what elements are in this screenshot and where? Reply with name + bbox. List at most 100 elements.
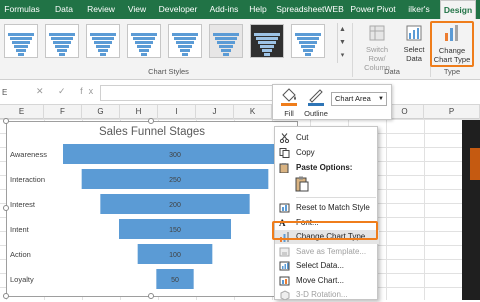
tab-spreadsheetweb[interactable]: SpreadsheetWEB xyxy=(276,0,344,19)
side-panel-accent xyxy=(470,148,480,180)
switch-row-column-button[interactable]: Switch Row/ Column xyxy=(357,25,397,72)
data-label[interactable]: 300 xyxy=(169,152,181,159)
funnel-plot-area[interactable]: 300 Awareness 250 Interaction 200 Interest 150… xyxy=(7,122,299,298)
column-header[interactable]: E xyxy=(0,105,44,119)
resize-handle[interactable] xyxy=(148,293,154,299)
chevron-down-icon: ▼ xyxy=(378,96,384,102)
menu-item-copy[interactable]: Copy xyxy=(275,146,379,160)
menu-separator xyxy=(296,197,376,198)
chart-style-thumbnail[interactable] xyxy=(250,24,284,58)
category-label[interactable]: Interaction xyxy=(10,175,45,184)
resize-handle[interactable] xyxy=(148,118,154,124)
tab-review[interactable]: Review xyxy=(84,0,118,19)
name-box[interactable]: E xyxy=(2,86,22,100)
column-header[interactable]: P xyxy=(424,105,480,119)
context-menu: Cut Copy Paste Options: Reset to Match S… xyxy=(274,126,379,300)
chart-style-thumbnail[interactable] xyxy=(168,24,202,58)
menu-item-save-as-template[interactable]: Save as Template... xyxy=(275,245,379,259)
fill-label: Fill xyxy=(284,109,294,118)
chart-element-dropdown[interactable]: Chart Area ▼ xyxy=(331,92,387,106)
menu-label: Copy xyxy=(296,148,315,157)
change-chart-type-ribbon-highlight xyxy=(430,21,474,67)
tab-help[interactable]: Help xyxy=(247,0,269,19)
category-label[interactable]: Interest xyxy=(10,200,36,209)
data-label[interactable]: 150 xyxy=(169,227,181,234)
funnel-chart[interactable]: Sales Funnel Stages 300 Awareness 250 Inter… xyxy=(6,121,298,297)
scroll-up-icon[interactable]: ▲ xyxy=(338,23,347,36)
thumbnail-bar xyxy=(100,53,106,56)
thumbnail-bar xyxy=(92,37,114,40)
gallery-scroll[interactable]: ▲ ▼ ▾ xyxy=(337,23,347,63)
thumbnail-bar xyxy=(213,33,239,36)
menu-item-cut[interactable]: Cut xyxy=(275,131,379,145)
thumbnail-bar xyxy=(59,53,65,56)
thumbnail-bar xyxy=(219,45,233,48)
menu-label: Select Data... xyxy=(296,261,345,270)
data-label[interactable]: 100 xyxy=(169,252,181,259)
column-header[interactable]: J xyxy=(196,105,234,119)
tab-developer[interactable]: Developer xyxy=(156,0,200,19)
column-header[interactable]: F xyxy=(44,105,82,119)
change-chart-type-menu-highlight xyxy=(272,221,378,240)
category-label[interactable]: Awareness xyxy=(10,150,47,159)
scissors-icon xyxy=(279,133,290,143)
tab-power-pivot[interactable]: Power Pivot xyxy=(350,0,396,19)
category-label[interactable]: Action xyxy=(10,250,31,259)
thumbnail-bar xyxy=(139,49,149,52)
menu-label: Cut xyxy=(296,133,309,142)
chart-style-thumbnail[interactable] xyxy=(45,24,79,58)
thumbnail-bar xyxy=(297,37,319,40)
tab-add-ins[interactable]: Add-ins xyxy=(206,0,242,19)
formula-input[interactable] xyxy=(100,85,280,101)
chart-style-thumbnail[interactable] xyxy=(291,24,325,58)
column-header[interactable]: H xyxy=(120,105,158,119)
thumbnail-bar xyxy=(172,33,198,36)
scroll-down-icon[interactable]: ▼ xyxy=(338,36,347,49)
fill-button[interactable]: Fill xyxy=(277,87,301,118)
thumbnail-bar xyxy=(14,45,28,48)
menu-item-paste-option[interactable] xyxy=(275,175,379,193)
category-label[interactable]: Intent xyxy=(10,225,30,234)
chart-style-thumbnail[interactable] xyxy=(209,24,243,58)
formula-bar: E ✕ ✓ fx xyxy=(0,81,480,105)
switch-row-label-1: Switch Row/ xyxy=(365,45,389,63)
resize-handle[interactable] xyxy=(3,205,9,211)
ribbon-separator xyxy=(352,23,353,77)
data-label[interactable]: 250 xyxy=(169,177,181,184)
column-header[interactable]: K xyxy=(234,105,272,119)
chart-style-thumbnail[interactable] xyxy=(86,24,120,58)
resize-handle[interactable] xyxy=(3,293,9,299)
tab-ilkers[interactable]: ilker's xyxy=(404,0,434,19)
tab-design[interactable]: Design xyxy=(440,0,476,19)
thumbnail-bar xyxy=(221,49,231,52)
reset-style-icon xyxy=(279,203,290,213)
thumbnail-bar xyxy=(53,41,71,44)
tab-formulas[interactable]: Formulas xyxy=(2,0,42,19)
thumbnail-bar xyxy=(49,33,75,36)
more-styles-icon[interactable]: ▾ xyxy=(338,49,347,62)
thumbnail-bar xyxy=(299,41,317,44)
formula-icons[interactable]: ✕ ✓ fx xyxy=(36,86,99,100)
outline-label: Outline xyxy=(304,109,328,118)
menu-item-move-chart[interactable]: Move Chart... xyxy=(275,274,379,288)
tab-view[interactable]: View xyxy=(124,0,150,19)
menu-item-select-data[interactable]: Select Data... xyxy=(275,259,379,273)
menu-item-paste-options: Paste Options: xyxy=(275,161,379,175)
category-label[interactable]: Loyalty xyxy=(10,275,34,284)
resize-handle[interactable] xyxy=(3,118,9,124)
thumbnail-bar xyxy=(223,53,229,56)
outline-button[interactable]: Outline xyxy=(303,87,329,118)
chart-style-thumbnail[interactable] xyxy=(4,24,38,58)
data-label[interactable]: 50 xyxy=(171,277,179,284)
thumbnail-bar xyxy=(264,53,270,56)
column-header[interactable]: G xyxy=(82,105,120,119)
select-data-button[interactable]: Select Data xyxy=(400,25,428,63)
column-header[interactable]: I xyxy=(158,105,196,119)
thumbnail-bar xyxy=(12,41,30,44)
select-data-label-1: Select xyxy=(403,45,425,54)
tab-data[interactable]: Data xyxy=(50,0,78,19)
chart-style-thumbnail[interactable] xyxy=(127,24,161,58)
data-label[interactable]: 200 xyxy=(169,202,181,209)
menu-label: Reset to Match Style xyxy=(296,203,370,212)
menu-item-reset-style[interactable]: Reset to Match Style xyxy=(275,201,379,215)
